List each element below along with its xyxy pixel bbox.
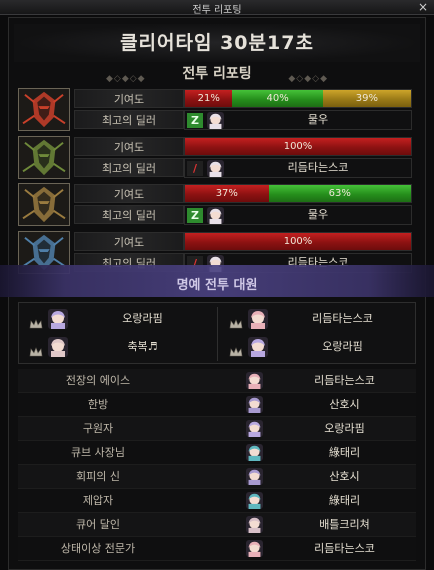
window-titlebar: 전투 리포팅 × — [0, 0, 434, 16]
contribution-label: 기여도 — [74, 89, 184, 108]
title-category: 큐브 사장님 — [70, 446, 126, 459]
title-avatar — [246, 516, 263, 533]
title-row: 한방 산호시 — [18, 393, 416, 417]
title-avatar — [246, 420, 263, 437]
title-row: 구원자 오랑라핌 — [18, 417, 416, 441]
contribution-segment: 40% — [232, 90, 323, 107]
dealer-name: 물우 — [307, 113, 329, 126]
contribution-bar: 100% — [184, 232, 412, 251]
title-category: 한방 — [87, 398, 109, 411]
contribution-segment: 63% — [268, 185, 411, 202]
title-player-name: 리듬타는스코 — [314, 542, 375, 555]
crown-icon — [29, 342, 43, 357]
honor-title: 명예 전투 대원 — [176, 278, 258, 293]
clear-time: 클리어타임 30분17초 — [14, 24, 420, 62]
honor-avatar — [248, 309, 268, 329]
honor-award[interactable]: 오랑라핌 — [19, 306, 216, 334]
title-player-name: 綠태리 — [328, 494, 361, 507]
contribution-segment: 37% — [185, 185, 269, 202]
title-avatar — [246, 468, 263, 485]
title-row: 제압자 綠태리 — [18, 489, 416, 513]
honor-awards: 오랑라핌 리듬타는스코축복♬ 오랑라핌 — [18, 302, 416, 364]
title-row: 전장의 에이스 리듬타는스코 — [18, 369, 416, 393]
title-row: 상태이상 전문가 리듬타는스코 — [18, 537, 416, 561]
ornament-left-icon: ◆◇◆◇◆ — [106, 74, 146, 84]
title-list: 전장의 에이스 리듬타는스코 한방 산호시 구원자 오랑라핌 큐브 사장님 綠태리 회피의 신산… — [18, 369, 416, 561]
report-header: ◆◇◆◇◆ 전투 리포팅 ◆◇◆◇◆ — [14, 63, 420, 85]
party-row: 기여도최고의 딜러 21% 40% 39% Z 물우 — [18, 88, 414, 133]
title-player-name: 산호시 — [329, 470, 360, 483]
contribution-bar: 21% 40% 39% — [184, 89, 412, 108]
honor-name: 오랑라핌 — [122, 312, 163, 325]
title-player-name: 리듬타는스코 — [314, 374, 375, 387]
best-dealer: Z 물우 — [184, 110, 412, 130]
title-player-name: 산호시 — [329, 398, 360, 411]
best-dealer: Z 물우 — [184, 205, 412, 225]
title-category: 상태이상 전문가 — [60, 542, 136, 555]
honor-award[interactable]: 리듬타는스코 — [219, 306, 416, 334]
class-icon: Z — [187, 208, 203, 223]
dealer-name: 물우 — [307, 208, 329, 221]
title-category: 제압자 — [82, 494, 114, 507]
contribution-segment: 100% — [185, 138, 411, 155]
honor-award[interactable]: 오랑라핌 — [219, 334, 416, 362]
contribution-segment: 21% — [185, 90, 233, 107]
close-icon[interactable]: × — [418, 0, 428, 14]
honor-name: 축복♬ — [127, 340, 158, 353]
party-row: 기여도최고의 딜러 37% 63% Z 물우 — [18, 183, 414, 228]
contribution-segment: 39% — [322, 90, 411, 107]
title-category: 회피의 신 — [76, 470, 120, 483]
title-row: 큐브 사장님 綠태리 — [18, 441, 416, 465]
crown-icon — [229, 314, 243, 329]
awards-divider — [217, 307, 218, 361]
contribution-segment: 100% — [185, 233, 411, 250]
dealer-avatar — [207, 160, 224, 177]
honor-avatar — [248, 337, 268, 357]
report-title: 전투 리포팅 — [182, 66, 252, 82]
bronze-warrior-portrait-icon[interactable] — [18, 183, 70, 226]
class-icon: Z — [187, 113, 203, 128]
title-player-name: 綠태리 — [328, 446, 361, 459]
title-row: 큐어 달인 배틀크리쳐 — [18, 513, 416, 537]
contribution-label: 기여도 — [74, 184, 184, 203]
green-warrior-portrait-icon[interactable] — [18, 136, 70, 179]
title-category: 전장의 에이스 — [65, 374, 131, 387]
dealer-avatar — [207, 112, 224, 129]
contribution-bar: 100% — [184, 137, 412, 156]
honor-name: 오랑라핌 — [322, 340, 363, 353]
best-dealer-label: 최고의 딜러 — [74, 110, 184, 129]
title-avatar — [246, 540, 263, 557]
title-avatar — [246, 396, 263, 413]
class-icon: / — [187, 161, 203, 176]
title-row: 회피의 신 산호시 — [18, 465, 416, 489]
title-player-name: 오랑라핌 — [324, 422, 365, 435]
party-row: 기여도최고의 딜러 100% / 리듬타는스코 — [18, 136, 414, 181]
ornament-right-icon: ◆◇◆◇◆ — [288, 74, 328, 84]
honor-avatar — [48, 309, 68, 329]
honor-award[interactable]: 축복♬ — [19, 334, 216, 362]
title-avatar — [246, 492, 263, 509]
title-avatar — [246, 372, 263, 389]
contribution-bar: 37% 63% — [184, 184, 412, 203]
contribution-label: 기여도 — [74, 137, 184, 156]
best-dealer: / 리듬타는스코 — [184, 158, 412, 178]
contribution-label: 기여도 — [74, 232, 184, 251]
title-category: 구원자 — [82, 422, 114, 435]
crown-icon — [229, 342, 243, 357]
best-dealer-label: 최고의 딜러 — [74, 158, 184, 177]
dealer-avatar — [207, 207, 224, 224]
best-dealer-label: 최고의 딜러 — [74, 205, 184, 224]
red-warrior-portrait-icon[interactable] — [18, 88, 70, 131]
title-category: 큐어 달인 — [76, 518, 120, 531]
crown-icon — [29, 314, 43, 329]
dealer-name: 리듬타는스코 — [287, 161, 349, 174]
window-title: 전투 리포팅 — [192, 5, 242, 16]
title-avatar — [246, 444, 263, 461]
title-player-name: 배틀크리쳐 — [319, 518, 370, 531]
honor-name: 리듬타는스코 — [312, 312, 373, 325]
honor-avatar — [48, 337, 68, 357]
